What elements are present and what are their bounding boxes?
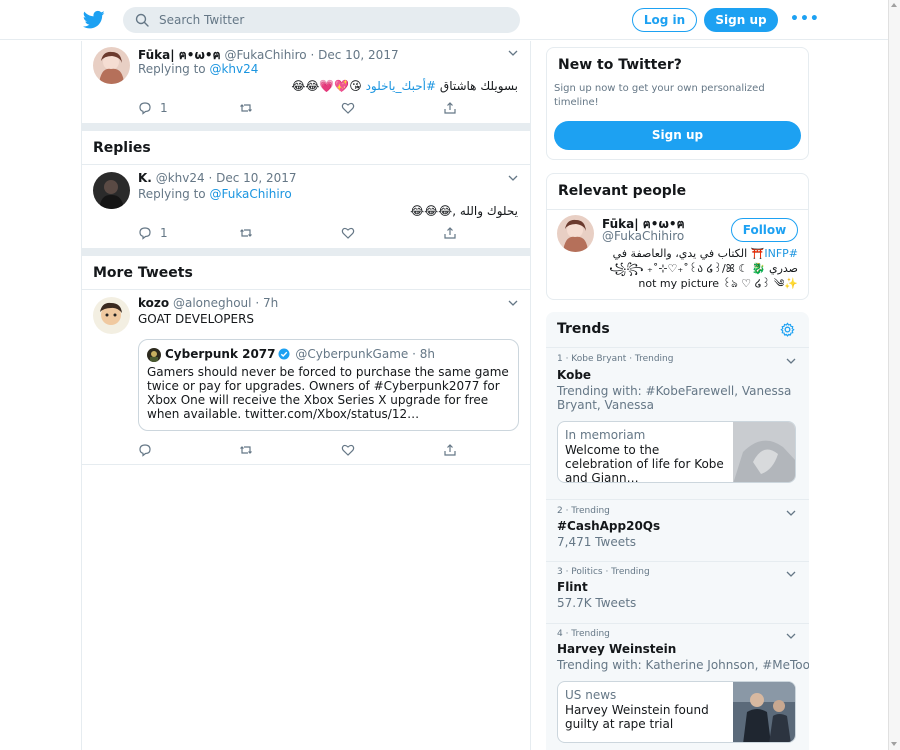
trend-item[interactable]: 4 · Trending Harvey Weinstein Trending w… [546,623,809,750]
trends-panel: Trends 1 · Kobe Bryant · Trending Kobe T… [546,312,809,750]
chevron-down-icon[interactable] [786,358,796,364]
quoted-author-handle: @CyberpunkGame [295,347,409,361]
search-icon [135,13,149,27]
tweet-header: kozo @aloneghoul · 7h [138,296,278,310]
trend-subtext: 57.7K Tweets [557,596,637,610]
tweet-kozo[interactable]: kozo @aloneghoul · 7h GOAT DEVELOPERS Cy… [82,41,530,464]
news-category: In memoriam [565,428,646,442]
share-button[interactable] [443,442,457,458]
heart-icon [341,444,355,456]
trend-meta: 4 · Trending [557,629,610,639]
quoted-text: Gamers should never be forced to purchas… [147,365,509,421]
tweet-text: GOAT DEVELOPERS [138,312,255,326]
new-to-twitter-card: New to Twitter? Sign up now to get your … [546,47,809,160]
news-thumbnail [733,422,795,482]
scroll-up-arrow-icon[interactable] [891,3,897,7]
divider [82,464,530,465]
quoted-header: Cyberpunk 2077 @CyberpunkGame · 8h [165,347,435,361]
more-options-icon[interactable]: ••• [790,11,820,27]
search-box[interactable] [123,7,520,33]
reply-icon [139,444,151,457]
news-category: US news [565,688,617,702]
news-title: Welcome to the celebration of life for K… [565,443,724,483]
signup-button[interactable]: Sign up [704,8,778,32]
person-handle[interactable]: @FukaChihiro [602,229,684,243]
bio-hashtag-link[interactable]: #INFP [764,247,798,260]
trend-name[interactable]: #CashApp20Qs [557,519,660,533]
reply-button[interactable] [138,442,152,458]
trend-subtext: Trending with: #KobeFarewell, Vanessa Br… [557,384,792,412]
retweet-icon [240,446,252,454]
trend-news-card[interactable]: In memoriam Welcome to the celebration o… [557,421,796,483]
tweet-date[interactable]: · 7h [255,296,278,310]
trend-subtext: 7,471 Tweets [557,535,637,549]
trend-meta: 3 · Politics · Trending [557,567,650,577]
trend-meta: 1 · Kobe Bryant · Trending [557,354,674,364]
follow-button[interactable]: Follow [731,218,798,242]
avatar[interactable] [93,297,130,334]
search-input[interactable] [159,7,509,33]
quoted-tweet[interactable]: Cyberpunk 2077 @CyberpunkGame · 8h Gamer… [138,339,519,431]
quoted-date: · 8h [412,347,435,361]
signup-description: Sign up now to get your own personalized… [554,83,765,108]
retweet-button[interactable] [239,442,253,458]
trend-item[interactable]: 2 · Trending #CashApp20Qs 7,471 Tweets [546,499,809,561]
trend-name[interactable]: Harvey Weinstein [557,642,676,656]
scrollbar[interactable] [888,0,900,750]
trends-title: Trends [557,321,610,337]
chevron-down-icon[interactable] [786,510,796,516]
gear-icon[interactable] [780,322,795,337]
author-name[interactable]: kozo [138,296,169,310]
card-title: Relevant people [558,183,687,199]
trend-name[interactable]: Kobe [557,368,591,382]
main-column: Fūka| ฅ•ω•ฅ @FukaChihiro · Dec 10, 2017 … [81,41,531,750]
relevant-people-card: Relevant people Fūka| ฅ•ω•ฅ @FukaChihiro… [546,173,809,300]
trend-news-card[interactable]: US news Harvey Weinstein found guilty at… [557,681,796,743]
person-bio: #INFP⛩️ الكتاب في يدي، والعاصفة في صدري … [609,247,798,290]
quoted-author-name: Cyberpunk 2077 [165,347,276,361]
like-button[interactable] [341,442,355,458]
tweet-actions [138,442,498,458]
twitter-logo-icon[interactable] [83,10,105,30]
divider [547,209,808,210]
news-thumbnail [733,682,795,742]
card-title: New to Twitter? [558,57,682,73]
trend-subtext: Trending with: Katherine Johnson, #MeToo [557,658,809,672]
chevron-down-icon[interactable] [786,571,796,577]
trend-meta: 2 · Trending [557,506,610,516]
trend-item[interactable]: 3 · Politics · Trending Flint 57.7K Twee… [546,561,809,623]
verified-badge-icon [278,348,290,360]
sidebar-signup-button[interactable]: Sign up [554,121,801,150]
quoted-avatar [147,348,161,362]
trend-item[interactable]: 1 · Kobe Bryant · Trending Kobe Trending… [546,347,809,499]
share-icon [444,444,456,456]
scroll-down-arrow-icon[interactable] [891,742,897,746]
top-bar: Log in Sign up ••• [0,0,888,40]
login-button[interactable]: Log in [632,8,697,32]
chevron-down-icon[interactable] [786,633,796,639]
news-title: Harvey Weinstein found guilty at rape tr… [565,703,709,731]
chevron-down-icon[interactable] [508,300,518,306]
author-handle[interactable]: @aloneghoul [173,296,252,310]
trend-name[interactable]: Flint [557,580,588,594]
